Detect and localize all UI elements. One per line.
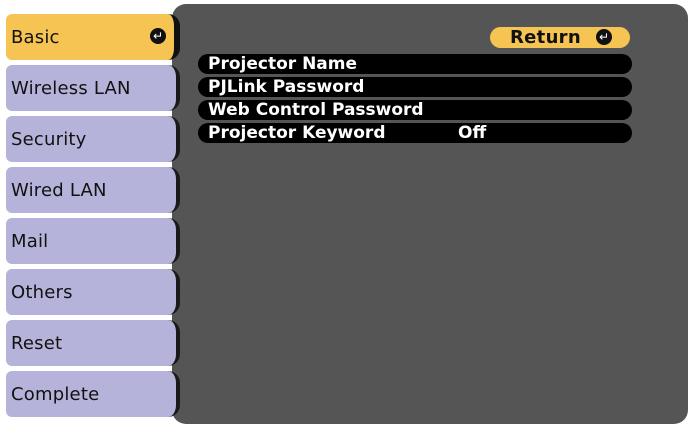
setting-pjlink-password[interactable]: PJLink Password	[198, 77, 632, 97]
tab-label: Reset	[11, 332, 63, 354]
return-button[interactable]: Return ↵	[490, 27, 630, 48]
tab-basic[interactable]: Basic ↵	[6, 14, 180, 60]
setting-label: PJLink Password	[208, 77, 365, 97]
setting-label: Projector Keyword	[208, 123, 386, 143]
setting-projector-name[interactable]: Projector Name	[198, 54, 632, 74]
tab-label: Wireless LAN	[11, 77, 131, 99]
tab-label: Others	[11, 281, 73, 303]
tab-label: Security	[11, 128, 87, 150]
tab-reset[interactable]: Reset	[6, 320, 180, 366]
setting-web-control-password[interactable]: Web Control Password	[198, 100, 632, 120]
tab-security[interactable]: Security	[6, 116, 180, 162]
tab-others[interactable]: Others	[6, 269, 180, 315]
enter-icon: ↵	[596, 29, 612, 45]
setting-projector-keyword[interactable]: Projector Keyword Off	[198, 123, 632, 143]
tab-label: Mail	[11, 230, 49, 252]
tab-mail[interactable]: Mail	[6, 218, 180, 264]
tab-wired-lan[interactable]: Wired LAN	[6, 167, 180, 213]
setting-label: Projector Name	[208, 54, 358, 74]
tab-label: Complete	[11, 383, 100, 405]
setting-label: Web Control Password	[208, 100, 424, 120]
enter-icon: ↵	[150, 28, 166, 44]
tab-label: Basic	[11, 26, 60, 48]
tab-label: Wired LAN	[11, 179, 107, 201]
tab-wireless-lan[interactable]: Wireless LAN	[6, 65, 180, 111]
setting-value: Off	[458, 123, 487, 143]
return-label: Return	[510, 27, 581, 48]
tab-complete[interactable]: Complete	[6, 371, 180, 417]
